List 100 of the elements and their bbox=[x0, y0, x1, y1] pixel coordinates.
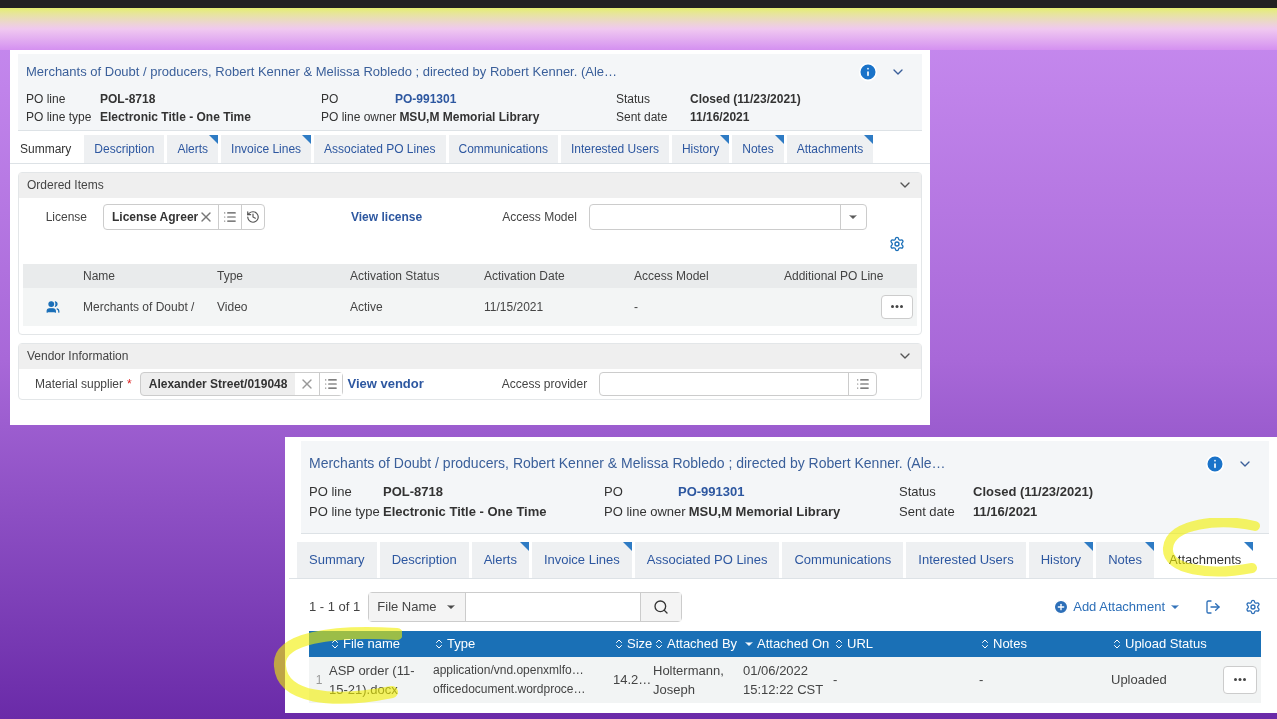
field-label: Status bbox=[616, 90, 652, 108]
column-header: Activation Date bbox=[484, 267, 566, 285]
field-value: POL-8718 bbox=[100, 90, 156, 108]
supplier-field[interactable]: Alexander Street/019048 bbox=[139, 371, 344, 396]
section-title: Ordered Items bbox=[27, 177, 105, 194]
table-cell-text: Merchants of Doubt / bbox=[83, 298, 196, 316]
field-value: POL-8718 bbox=[383, 483, 443, 501]
column-header[interactable]: File name bbox=[329, 633, 433, 654]
tab[interactable]: Associated PO Lines bbox=[634, 542, 780, 578]
search-field[interactable]: File Name bbox=[368, 591, 682, 622]
field-value: MSU,M Memorial Library bbox=[399, 108, 540, 126]
tab[interactable]: Communications bbox=[448, 134, 558, 163]
field-label: License bbox=[44, 208, 87, 226]
search-icon[interactable] bbox=[652, 598, 669, 615]
tab[interactable]: Invoice Lines bbox=[221, 134, 312, 163]
table-cell-text: 14.2… bbox=[613, 671, 653, 689]
info-icon[interactable] bbox=[858, 61, 878, 82]
flag-corner-icon bbox=[1244, 542, 1254, 551]
field-label: Access Model bbox=[502, 208, 577, 226]
table-cell-text: Video bbox=[217, 298, 249, 316]
table-cell-text: Uploaded bbox=[1111, 671, 1168, 689]
po-link[interactable]: PO-991301 bbox=[395, 89, 457, 108]
tab[interactable]: Description bbox=[379, 542, 469, 578]
field-label: Status bbox=[899, 483, 937, 501]
field-label: PO line owner bbox=[321, 108, 398, 126]
field-label: PO bbox=[604, 483, 624, 501]
tab[interactable]: Notes bbox=[732, 134, 784, 163]
table-cell-text: Active bbox=[350, 298, 384, 316]
list-icon[interactable] bbox=[324, 376, 339, 391]
row-number: 1 bbox=[314, 671, 324, 689]
list-icon bbox=[855, 376, 870, 391]
sort-icon[interactable] bbox=[979, 637, 991, 650]
tab[interactable]: Invoice Lines bbox=[531, 542, 632, 578]
column-header[interactable]: Notes bbox=[979, 633, 1111, 654]
table-cell-text: Holtermann, Joseph bbox=[653, 661, 725, 699]
tab[interactable]: History bbox=[671, 134, 730, 163]
row-actions-button[interactable] bbox=[1223, 665, 1257, 694]
required-mark: * bbox=[127, 375, 132, 393]
table-cell-text: - bbox=[979, 671, 985, 689]
section-title: Vendor Information bbox=[27, 348, 130, 365]
tab[interactable]: Summary bbox=[297, 542, 377, 578]
field-value: Closed (11/23/2021) bbox=[690, 90, 801, 108]
field-label: PO line bbox=[26, 90, 67, 108]
record-title[interactable]: Merchants of Doubt / producers, Robert Kenner & Melissa Robledo ; directed by Robert Kenner. (Ale… bbox=[26, 58, 858, 86]
view-license-link[interactable]: View license bbox=[351, 207, 423, 226]
settings-icon[interactable] bbox=[1245, 598, 1261, 615]
tab[interactable]: Interested Users bbox=[560, 134, 669, 163]
sort-icon[interactable] bbox=[653, 637, 665, 650]
more-icon bbox=[1234, 678, 1246, 681]
po-link[interactable]: PO-991301 bbox=[678, 482, 745, 502]
column-header[interactable]: URL bbox=[833, 633, 979, 654]
field-label: PO bbox=[321, 90, 340, 108]
settings-icon[interactable] bbox=[889, 235, 905, 252]
column-header: Name bbox=[83, 267, 116, 285]
column-header: Activation Status bbox=[350, 267, 441, 285]
tab[interactable]: Interested Users bbox=[906, 542, 1026, 578]
users-icon bbox=[46, 299, 60, 314]
sort-icon[interactable] bbox=[433, 637, 445, 650]
tab[interactable]: Associated PO Lines bbox=[314, 134, 446, 163]
column-header[interactable]: Attached On bbox=[743, 633, 833, 654]
field-label: PO line type bbox=[26, 108, 93, 126]
access-provider-field[interactable] bbox=[599, 371, 878, 396]
result-count: 1 - 1 of 1 bbox=[309, 597, 361, 616]
tab[interactable]: Attachments bbox=[786, 134, 874, 163]
field-label: PO line type bbox=[309, 502, 381, 521]
field-value: 11/16/2021 bbox=[973, 502, 1038, 521]
column-header[interactable]: Size bbox=[613, 633, 653, 654]
row-actions-button[interactable] bbox=[881, 294, 913, 319]
table-cell-text: - bbox=[833, 671, 839, 689]
table-cell-text: application/vnd.openxmlfo… officedocument.wordproce… bbox=[433, 661, 587, 698]
column-header[interactable]: Type bbox=[433, 633, 613, 654]
tab[interactable]: Notes bbox=[1096, 542, 1155, 578]
tab[interactable]: Alerts bbox=[471, 542, 529, 578]
column-header: Additional PO Line bbox=[784, 267, 884, 285]
list-icon[interactable] bbox=[223, 209, 237, 224]
field-label: PO line bbox=[309, 483, 353, 501]
table-cell-text: 11/15/2021 bbox=[484, 298, 545, 316]
tab[interactable]: Communications bbox=[782, 542, 904, 578]
view-vendor-link[interactable]: View vendor bbox=[347, 373, 424, 394]
export-icon[interactable] bbox=[1205, 598, 1221, 615]
tab[interactable]: Alerts bbox=[167, 134, 219, 163]
more-icon bbox=[891, 305, 903, 308]
sort-icon[interactable] bbox=[613, 637, 625, 650]
column-header[interactable]: Attached By bbox=[653, 633, 743, 654]
field-label: Material supplier bbox=[35, 375, 124, 393]
sort-icon[interactable] bbox=[833, 637, 845, 650]
column-header: Type bbox=[217, 267, 244, 285]
flag-corner-icon bbox=[864, 134, 874, 144]
record-title[interactable]: Merchants of Doubt / producers, Robert Kenner & Melissa Robledo ; directed by Robert Kenner. (Ale… bbox=[309, 449, 1205, 478]
sort-icon[interactable] bbox=[329, 637, 341, 650]
plus-icon bbox=[1053, 598, 1070, 615]
history-icon[interactable] bbox=[246, 209, 260, 224]
tab[interactable]: Description bbox=[84, 134, 165, 163]
field-label: Sent date bbox=[899, 502, 956, 521]
sort-icon[interactable] bbox=[1111, 637, 1123, 650]
info-icon[interactable] bbox=[1205, 453, 1225, 474]
column-header[interactable]: Upload Status bbox=[1111, 633, 1211, 654]
add-attachment-button[interactable]: Add Attachment bbox=[1053, 596, 1181, 617]
license-field[interactable]: License Agreer bbox=[103, 203, 265, 230]
tab[interactable]: History bbox=[1028, 542, 1094, 578]
